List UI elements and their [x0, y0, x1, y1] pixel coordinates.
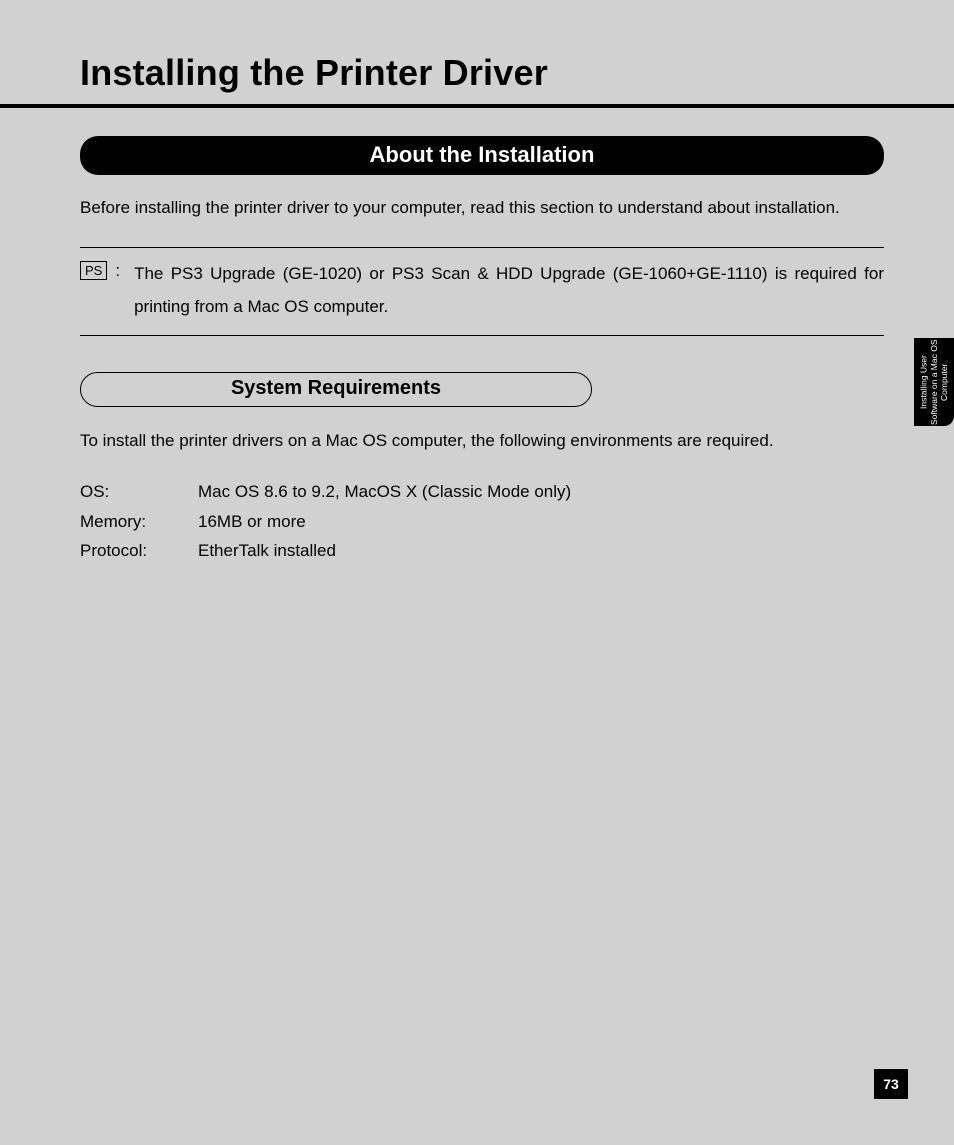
- requirement-value: EtherTalk installed: [198, 536, 336, 566]
- requirement-value: 16MB or more: [198, 507, 306, 537]
- ps-note-text: The PS3 Upgrade (GE-1020) or PS3 Scan & …: [134, 258, 884, 323]
- requirement-label: Protocol:: [80, 536, 198, 566]
- requirement-row: Protocol: EtherTalk installed: [80, 536, 884, 566]
- requirement-row: OS: Mac OS 8.6 to 9.2, MacOS X (Classic …: [80, 477, 884, 507]
- requirement-row: Memory: 16MB or more: [80, 507, 884, 537]
- sub-section-heading: System Requirements: [80, 372, 592, 407]
- document-page: Installing the Printer Driver About the …: [0, 0, 954, 1145]
- requirement-value: Mac OS 8.6 to 9.2, MacOS X (Classic Mode…: [198, 477, 571, 507]
- requirements-list: OS: Mac OS 8.6 to 9.2, MacOS X (Classic …: [80, 477, 884, 566]
- requirement-label: Memory:: [80, 507, 198, 537]
- page-number: 73: [874, 1069, 908, 1099]
- ps-colon: :: [115, 258, 120, 284]
- chapter-rule: [0, 104, 954, 108]
- requirements-intro: To install the printer drivers on a Mac …: [80, 431, 884, 451]
- ps-note-row: PS : The PS3 Upgrade (GE-1020) or PS3 Sc…: [80, 258, 884, 323]
- side-tab: Installing User Software on a Mac OS Com…: [914, 338, 954, 426]
- ps-note-block: PS : The PS3 Upgrade (GE-1020) or PS3 Sc…: [80, 247, 884, 336]
- requirement-label: OS:: [80, 477, 198, 507]
- chapter-title: Installing the Printer Driver: [80, 52, 884, 94]
- ps-badge-icon: PS: [80, 261, 107, 280]
- section-heading: About the Installation: [80, 136, 884, 175]
- section-intro-text: Before installing the printer driver to …: [80, 195, 884, 221]
